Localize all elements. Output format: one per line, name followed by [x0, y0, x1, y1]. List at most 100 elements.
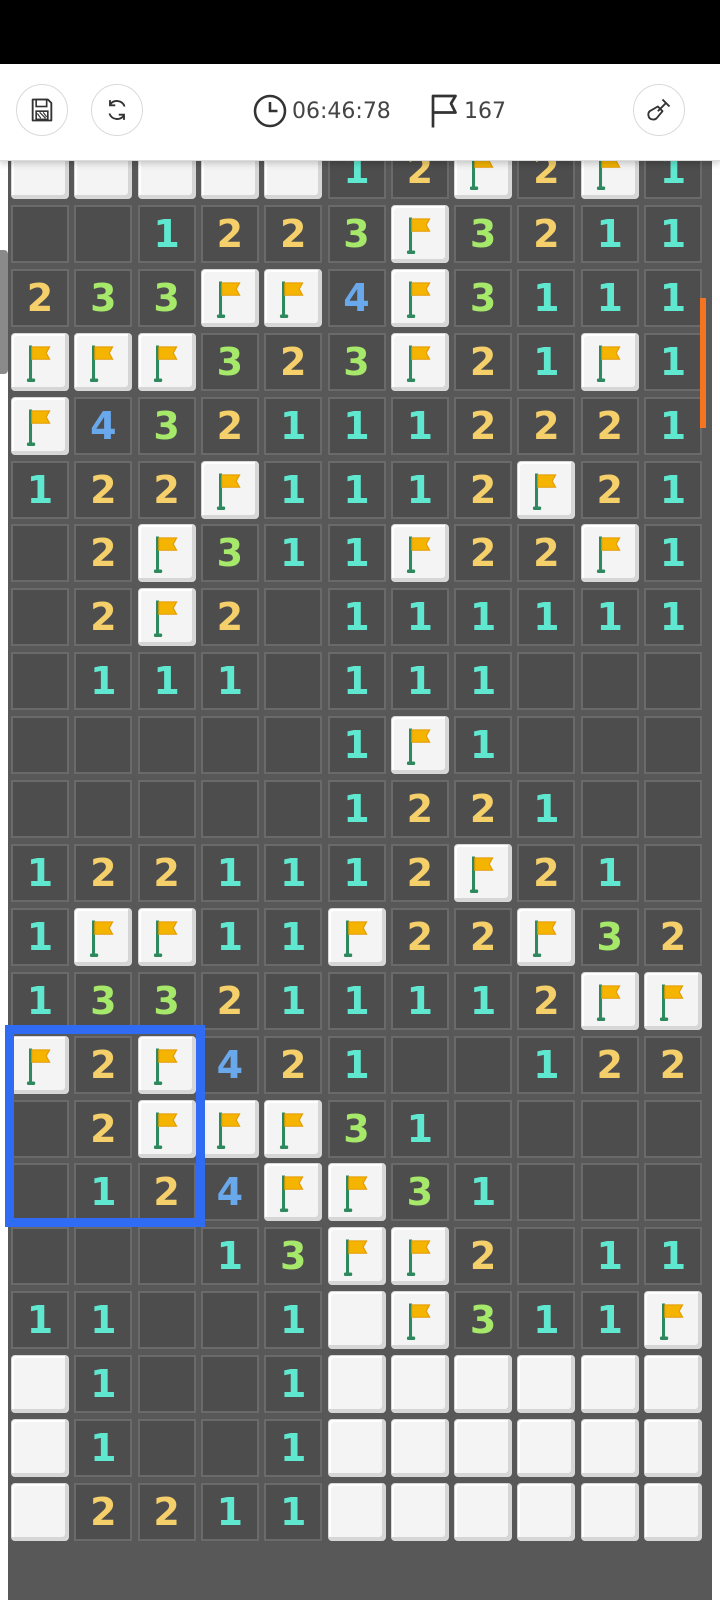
flagged-cell[interactable]	[74, 907, 133, 966]
number-cell[interactable]: 2	[517, 971, 576, 1030]
number-cell[interactable]: 1	[580, 268, 639, 327]
number-cell[interactable]: 3	[200, 332, 259, 391]
number-cell[interactable]: 1	[580, 1227, 639, 1286]
number-cell[interactable]: 1	[11, 460, 69, 519]
number-cell[interactable]: 3	[200, 524, 259, 583]
number-cell[interactable]: 1	[11, 907, 69, 966]
number-cell[interactable]: 2	[454, 780, 513, 838]
number-cell[interactable]: 1	[454, 971, 513, 1030]
hidden-cell[interactable]	[454, 1355, 513, 1414]
restart-button[interactable]	[91, 84, 143, 136]
number-cell[interactable]: 2	[137, 843, 196, 902]
number-cell[interactable]: 1	[390, 1099, 449, 1158]
number-cell[interactable]: 2	[200, 588, 259, 647]
flagged-cell[interactable]	[11, 332, 69, 391]
hidden-cell[interactable]	[517, 1419, 576, 1477]
number-cell[interactable]: 2	[580, 1035, 639, 1094]
number-cell[interactable]: 4	[200, 1163, 259, 1222]
number-cell[interactable]: 2	[390, 843, 449, 902]
number-cell[interactable]: 1	[327, 396, 386, 455]
number-cell[interactable]: 2	[264, 204, 323, 263]
number-cell[interactable]: 2	[74, 1482, 133, 1541]
number-cell[interactable]: 1	[264, 524, 323, 583]
number-cell[interactable]: 2	[454, 460, 513, 519]
number-cell[interactable]: 1	[580, 1291, 639, 1350]
flagged-cell[interactable]	[264, 268, 323, 327]
flagged-cell[interactable]	[517, 907, 576, 966]
number-cell[interactable]: 2	[644, 1035, 702, 1094]
scroll-indicator[interactable]	[700, 298, 706, 428]
number-cell[interactable]: 1	[454, 588, 513, 647]
number-cell[interactable]: 1	[644, 396, 702, 455]
number-cell[interactable]: 1	[264, 1419, 323, 1477]
number-cell[interactable]: 1	[264, 907, 323, 966]
number-cell[interactable]: 1	[390, 971, 449, 1030]
number-cell[interactable]: 1	[580, 588, 639, 647]
number-cell[interactable]: 1	[327, 588, 386, 647]
number-cell[interactable]: 1	[137, 652, 196, 711]
number-cell[interactable]: 1	[580, 204, 639, 263]
flagged-cell[interactable]	[137, 332, 196, 391]
number-cell[interactable]: 2	[454, 332, 513, 391]
left-scroll-handle[interactable]	[0, 250, 8, 374]
number-cell[interactable]: 1	[200, 1227, 259, 1286]
flagged-cell[interactable]	[327, 1227, 386, 1286]
number-cell[interactable]: 2	[454, 524, 513, 583]
flagged-cell[interactable]	[580, 524, 639, 583]
number-cell[interactable]: 3	[390, 1163, 449, 1222]
flagged-cell[interactable]	[200, 268, 259, 327]
flagged-cell[interactable]	[390, 524, 449, 583]
number-cell[interactable]: 1	[454, 716, 513, 775]
flagged-cell[interactable]	[200, 1099, 259, 1158]
hidden-cell[interactable]	[11, 1355, 69, 1414]
number-cell[interactable]: 3	[137, 268, 196, 327]
flagged-cell[interactable]	[644, 971, 702, 1030]
number-cell[interactable]: 1	[327, 524, 386, 583]
number-cell[interactable]: 1	[264, 396, 323, 455]
number-cell[interactable]: 1	[11, 843, 69, 902]
hidden-cell[interactable]	[327, 1291, 386, 1350]
flagged-cell[interactable]	[580, 332, 639, 391]
flagged-cell[interactable]	[644, 1291, 702, 1350]
number-cell[interactable]: 2	[454, 1227, 513, 1286]
flagged-cell[interactable]	[264, 1099, 323, 1158]
number-cell[interactable]: 3	[580, 907, 639, 966]
number-cell[interactable]: 2	[74, 460, 133, 519]
flagged-cell[interactable]	[580, 971, 639, 1030]
number-cell[interactable]: 3	[454, 268, 513, 327]
number-cell[interactable]: 1	[390, 652, 449, 711]
flagged-cell[interactable]	[454, 843, 513, 902]
number-cell[interactable]: 4	[327, 268, 386, 327]
number-cell[interactable]: 2	[74, 843, 133, 902]
number-cell[interactable]: 1	[327, 460, 386, 519]
hidden-cell[interactable]	[454, 1419, 513, 1477]
number-cell[interactable]: 1	[264, 1482, 323, 1541]
number-cell[interactable]: 1	[264, 460, 323, 519]
save-button[interactable]	[16, 84, 68, 136]
number-cell[interactable]: 1	[200, 907, 259, 966]
number-cell[interactable]: 2	[200, 396, 259, 455]
number-cell[interactable]: 1	[517, 588, 576, 647]
hidden-cell[interactable]	[580, 1419, 639, 1477]
number-cell[interactable]: 4	[200, 1035, 259, 1094]
number-cell[interactable]: 1	[644, 268, 702, 327]
flagged-cell[interactable]	[517, 460, 576, 519]
hidden-cell[interactable]	[11, 1482, 69, 1541]
number-cell[interactable]: 1	[264, 1291, 323, 1350]
number-cell[interactable]: 1	[264, 971, 323, 1030]
number-cell[interactable]: 2	[580, 460, 639, 519]
flagged-cell[interactable]	[264, 1163, 323, 1222]
number-cell[interactable]: 2	[74, 524, 133, 583]
number-cell[interactable]: 2	[137, 460, 196, 519]
number-cell[interactable]: 1	[644, 332, 702, 391]
number-cell[interactable]: 2	[517, 524, 576, 583]
number-cell[interactable]: 2	[390, 780, 449, 838]
hidden-cell[interactable]	[517, 1482, 576, 1541]
number-cell[interactable]: 2	[517, 843, 576, 902]
number-cell[interactable]: 3	[327, 332, 386, 391]
flagged-cell[interactable]	[137, 907, 196, 966]
hidden-cell[interactable]	[580, 1355, 639, 1414]
number-cell[interactable]: 3	[327, 1099, 386, 1158]
hidden-cell[interactable]	[327, 1482, 386, 1541]
flagged-cell[interactable]	[137, 588, 196, 647]
